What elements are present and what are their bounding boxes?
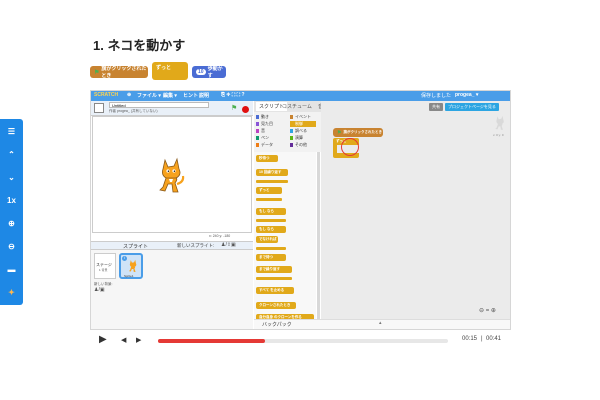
sprite-pane: スプライト 新しいスプライト: ♟/⇪▣ ステージ 1 背景 新しい背景: ♟/… [91,241,253,329]
flag-icon: ⚑ [337,129,342,136]
highlight-circle [341,138,359,156]
menu-hint[interactable]: ヒント [183,92,198,99]
cat-thumb-icon [128,259,137,272]
project-title[interactable]: Untitled [109,102,209,108]
category-operators[interactable]: 演算 [290,135,303,141]
menu-about[interactable]: 説明 [199,92,209,99]
project-author: 作者 progea_ (共有していない) [109,109,158,113]
share-button[interactable]: 共有 [429,103,443,111]
script-when-flag-block[interactable]: ⚑ 旗がクリックされたとき [333,128,383,137]
speed-icon[interactable]: 1x [0,192,23,208]
new-sprite-tools-icon[interactable]: ♟/⇪▣ [221,242,236,248]
stage-canvas[interactable] [92,116,252,233]
motion-badge: 10 [196,69,206,75]
palette-block-repeat[interactable]: 10 回繰り返す [256,169,288,176]
palette-block-repeat-until[interactable]: まで繰り返す [256,266,292,273]
event-block: ⚑ 旗がクリックされたとき [90,66,148,79]
sprite-pane-header: スプライト 新しいスプライト: ♟/⇪▣ [91,242,253,250]
palette-block-repeat-foot [256,180,288,183]
category-looks[interactable]: 見た目 [256,121,273,127]
motion-block: 10 歩動かす [192,66,226,79]
sprite-corner-cat-icon [495,115,504,130]
green-flag-icon[interactable]: ⚑ [231,104,237,112]
next-icon[interactable]: ▶ [136,336,141,344]
script-area[interactable]: 共有 プロジェクトページを見る x: 0 y: 0 ⚑ 旗がクリックされたとき … [321,101,510,321]
category-motion[interactable]: 動き [256,114,269,120]
sidebar: ☰ ⌃ ⌄ 1x ⊕ ⊖ ▬ ✦ [0,119,23,305]
stage-coords: x: 240 y: -180 [209,234,231,238]
palette-block-if[interactable]: もし なら [256,208,286,215]
total-time: 00:41 [486,336,502,342]
menu-icon[interactable]: ☰ [0,123,23,139]
palette-block-if-foot [256,219,286,222]
chevron-up-icon[interactable]: ⌃ [0,146,23,162]
sprites-label: スプライト [123,244,149,250]
zoom-controls-icon[interactable]: ⊖ = ⊕ [479,307,496,314]
character-icon[interactable]: ✦ [0,284,23,300]
zoom-in-icon[interactable]: ⊕ [0,215,23,231]
backpack-label: バックパック [262,322,292,328]
new-backdrop-tools-icon[interactable]: ♟/▣ [94,287,105,293]
cat-sprite-icon[interactable] [155,157,187,195]
category-events[interactable]: イベント [290,114,311,120]
category-sensing[interactable]: 調べる [290,128,307,134]
stage-thumb[interactable]: ステージ 1 背景 [94,253,116,279]
project-thumb [94,103,104,113]
save-status: 保存しました [421,93,452,99]
palette-block-repeat-until-foot [256,277,292,280]
loop-block: ずっと [152,62,188,80]
time-separator: | [481,336,483,342]
palette-block-forever[interactable]: ずっと [256,187,282,194]
category-data[interactable]: データ [256,142,273,148]
block-categories: 動き イベント 見た目 制御 音 調べる ペン 演算 データ その他 [254,112,329,152]
current-time: 00:15 [462,336,478,342]
category-more[interactable]: その他 [290,142,307,148]
category-sound[interactable]: 音 [256,128,265,134]
menu-file[interactable]: ファイル ▾ [137,92,161,99]
menu-edit[interactable]: 編集 ▾ [163,92,177,99]
sprite1-thumb[interactable]: i Sprite1 [119,253,143,279]
palette-block-wait[interactable]: 秒待つ [256,155,278,162]
editor-menubar: SCRATCH ⊕ ファイル ▾ 編集 ▾ ヒント 説明 ⎘ ✥ ⛶ ⛶ ? 保… [91,91,510,101]
toolbar-icons[interactable]: ⎘ ✥ ⛶ ⛶ ? [221,92,245,98]
page-title: 1. ネコを動かす [93,38,186,53]
palette-scrollbar[interactable] [317,152,320,322]
project-page-button[interactable]: プロジェクトページを見る [445,103,499,111]
sprite-info: x: 0 y: 0 [493,133,504,137]
user-menu[interactable]: progea_ ▾ [455,92,478,98]
caption-icon[interactable]: ▬ [0,261,23,277]
block-palette: 秒待つ 10 回繰り返す ずっと もし なら もし なら でなければ まで待つ … [254,152,316,328]
scratch-logo: SCRATCH [94,92,119,98]
backpack-toggle-icon[interactable]: ▴ [379,320,382,326]
palette-block-else-foot [256,247,286,250]
progress-bar[interactable] [158,339,448,343]
video-frame: SCRATCH ⊕ ファイル ▾ 編集 ▾ ヒント 説明 ⎘ ✥ ⛶ ⛶ ? 保… [90,90,511,330]
palette-block-if-else[interactable]: もし なら [256,226,286,233]
category-pen[interactable]: ペン [256,135,269,141]
previous-icon[interactable]: ◀ [121,336,126,344]
chevron-down-icon[interactable]: ⌄ [0,169,23,185]
palette-block-forever-foot [256,198,282,201]
palette-block-stop[interactable]: すべて を止める [256,287,294,294]
palette-block-else[interactable]: でなければ [256,236,278,243]
new-sprite-label: 新しいスプライト: [177,243,215,248]
tab-costumes[interactable]: コスチューム [282,103,312,110]
stop-icon[interactable] [242,106,249,113]
progress-fill [158,339,266,343]
video-player: ▶ ◀ ▶ 00:15 | 00:41 [90,330,511,352]
category-control[interactable]: 制御 [290,121,316,127]
palette-block-when-cloned[interactable]: クローンされたとき [256,302,296,309]
palette-block-wait-until[interactable]: まで待つ [256,254,286,261]
play-icon[interactable]: ▶ [99,334,107,345]
globe-icon[interactable]: ⊕ [127,92,131,98]
backpack-bar[interactable]: バックパック ▴ [254,319,510,329]
header-blocks: ⚑ 旗がクリックされたとき ずっと 10 歩動かす [90,62,240,82]
flag-icon: ⚑ [94,69,100,76]
zoom-out-icon[interactable]: ⊖ [0,238,23,254]
stage-header: Untitled 作者 progea_ (共有していない) ⚑ [91,101,253,116]
